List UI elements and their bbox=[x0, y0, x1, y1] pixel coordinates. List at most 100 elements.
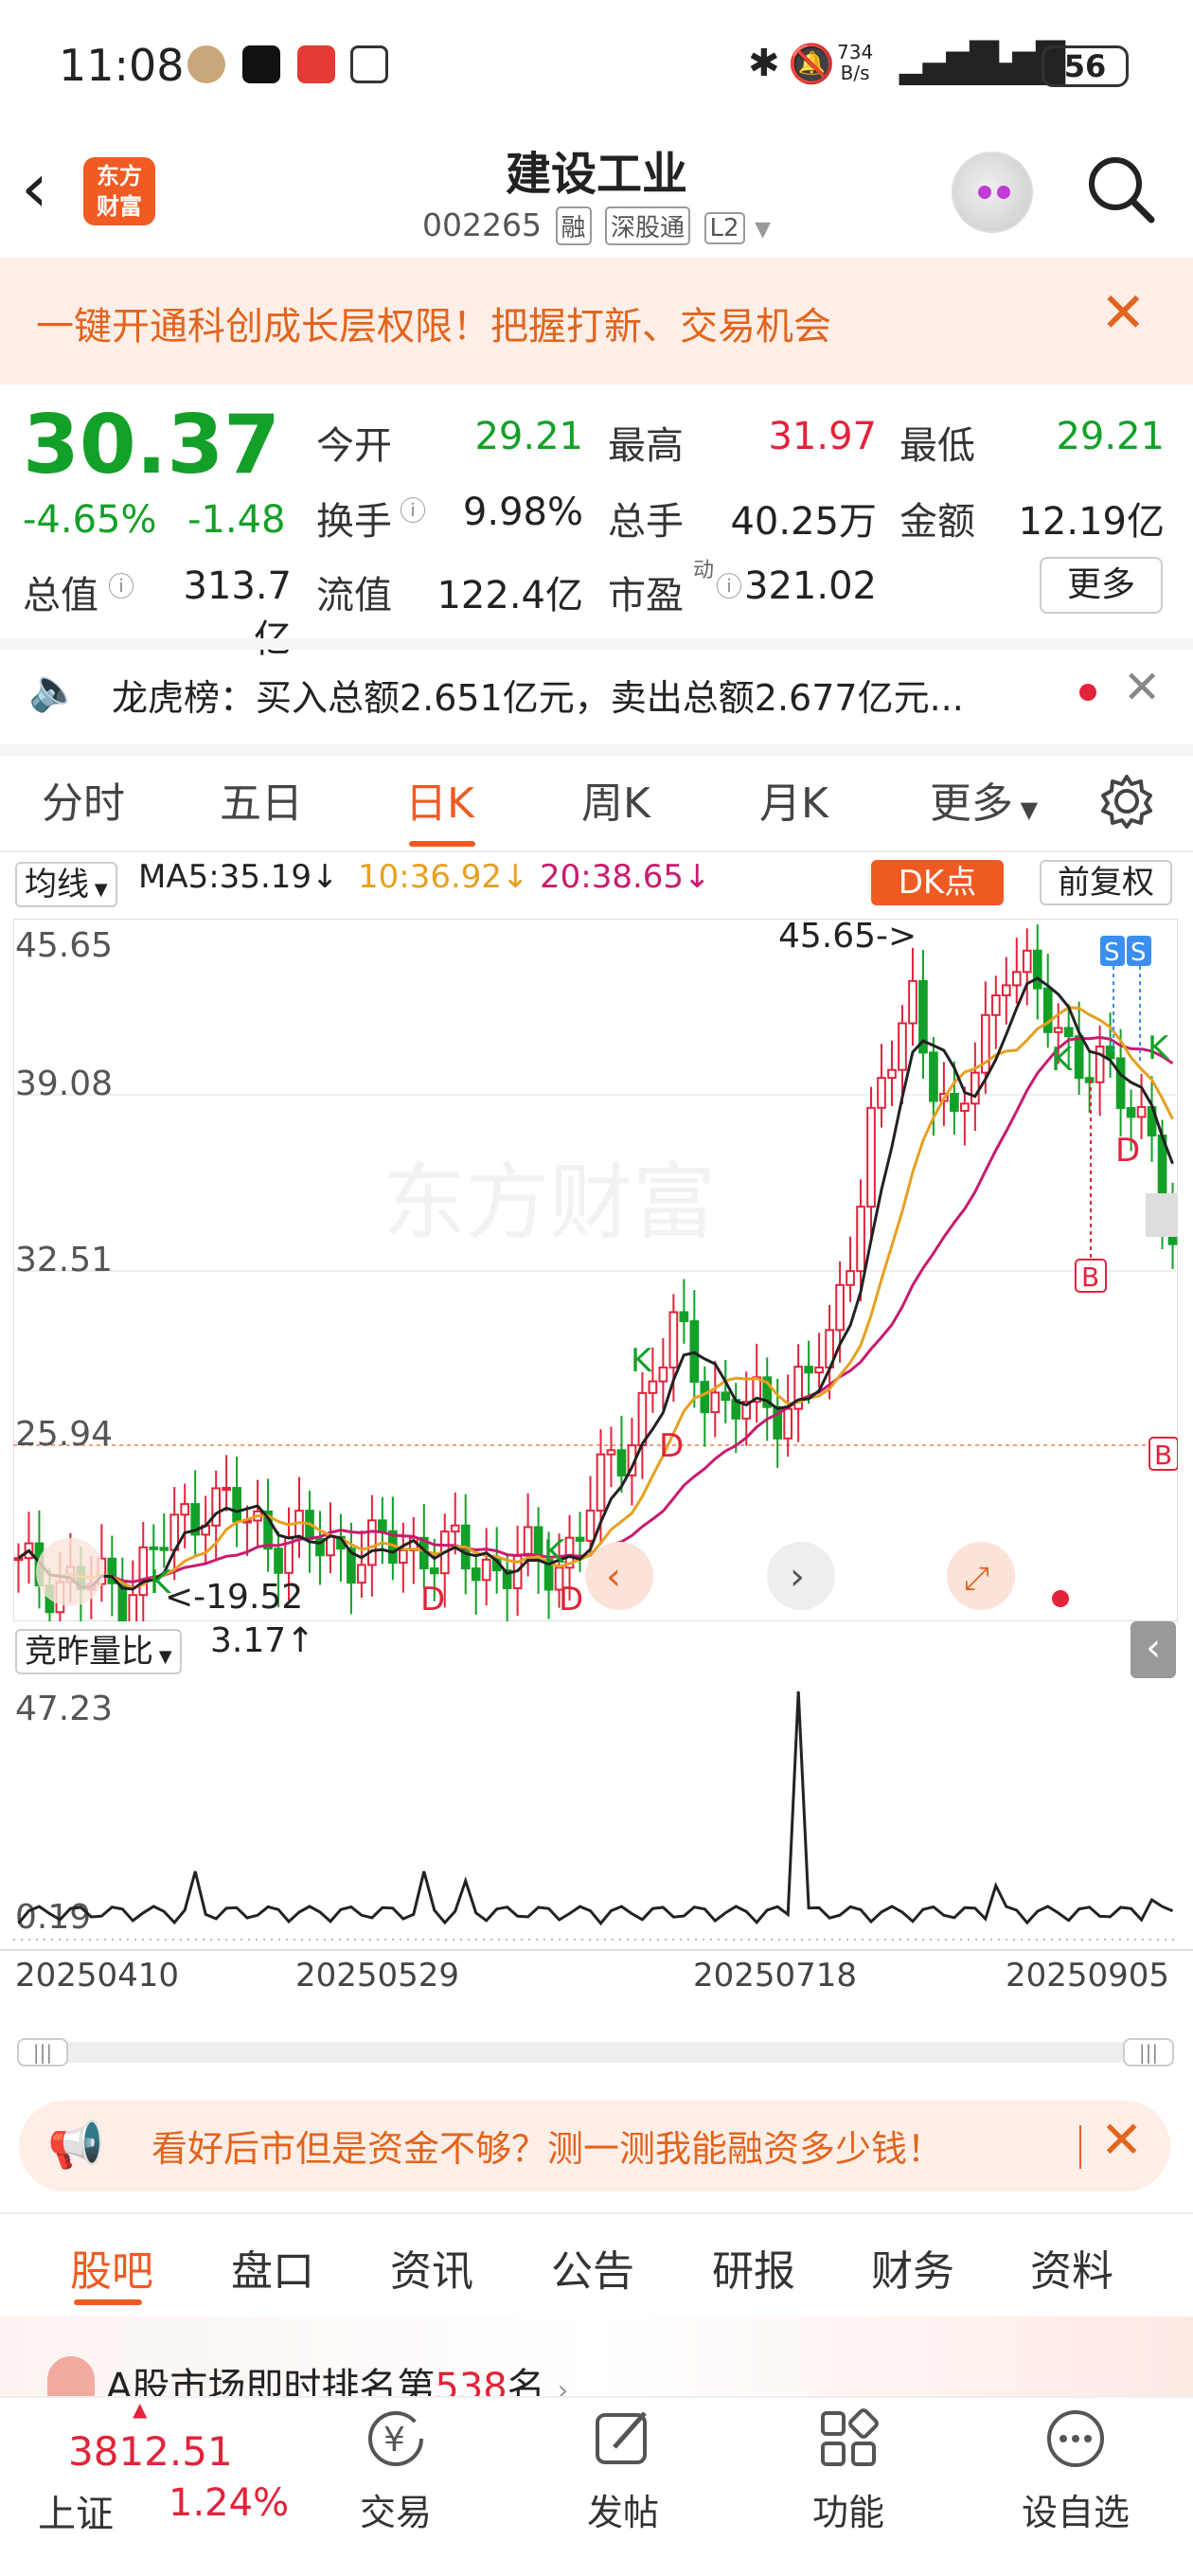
candle-body bbox=[970, 1071, 980, 1105]
change-amount: -1.48 bbox=[187, 498, 286, 542]
candle-body bbox=[668, 1311, 679, 1368]
battery-indicator: 56 bbox=[1042, 45, 1129, 87]
tab-intraday[interactable]: 分时 bbox=[42, 769, 125, 830]
candle-body bbox=[367, 1519, 377, 1566]
divider bbox=[1079, 2125, 1081, 2169]
nav-trade[interactable]: ¥ 交易 bbox=[329, 2406, 462, 2535]
stock-code: 002265 bbox=[422, 206, 542, 243]
signal-marker: K bbox=[631, 1342, 653, 1380]
buy-marker: B bbox=[1154, 1440, 1172, 1471]
candle-body bbox=[960, 1102, 970, 1112]
turnover-value: 9.98% bbox=[462, 491, 583, 534]
more-dots-icon bbox=[1047, 2410, 1104, 2467]
signal-marker: D bbox=[1115, 1132, 1140, 1170]
candle-body bbox=[616, 1449, 627, 1476]
pe-label[interactable]: 市盈 bbox=[608, 564, 684, 619]
change-percent: -4.65% bbox=[23, 498, 157, 542]
ma-selector[interactable]: 均线 ▼ bbox=[15, 858, 117, 907]
tab-forum[interactable]: 股吧 bbox=[70, 2237, 153, 2298]
volume-indicator-label: 竞昨量比 bbox=[25, 1633, 153, 1671]
candle-body bbox=[950, 1093, 959, 1112]
tag-l2: L2 bbox=[703, 212, 745, 244]
chart-overlay-button[interactable] bbox=[36, 1538, 104, 1606]
gear-icon[interactable] bbox=[1098, 773, 1155, 830]
amount-value: 12.19亿 bbox=[1018, 500, 1165, 544]
banner-text[interactable]: 一键开通科创成长层权限！把握打新、交易机会 bbox=[36, 295, 831, 350]
nav-functions-label: 功能 bbox=[811, 2492, 884, 2533]
info-icon[interactable]: ⓘ bbox=[108, 566, 134, 604]
candle-body bbox=[274, 1547, 283, 1574]
candle-body bbox=[1001, 984, 1011, 997]
promo-text[interactable]: 看好后市但是资金不够？测一测我能融资多少钱！ bbox=[151, 2120, 943, 2172]
unread-dot bbox=[1052, 1590, 1069, 1607]
signal-marker: K bbox=[543, 1533, 566, 1571]
candle-body bbox=[835, 1283, 845, 1332]
mute-icon: 🔕 bbox=[788, 43, 835, 86]
close-icon[interactable]: ✕ bbox=[1100, 2112, 1143, 2169]
tab-more[interactable]: 更多 ▼ bbox=[930, 769, 1038, 830]
candle-body bbox=[398, 1548, 408, 1565]
candlestick-chart[interactable]: 东方财富 45.65 39.08 32.51 25.94 45.65-> <-1… bbox=[13, 919, 1178, 1621]
active-tab-indicator bbox=[409, 841, 475, 847]
ma-selector-label: 均线 bbox=[25, 866, 89, 903]
candle-body bbox=[180, 1503, 190, 1516]
tab-research[interactable]: 研报 bbox=[712, 2237, 795, 2298]
volume-ratio-chart[interactable]: 47.23 0.19 bbox=[13, 1682, 1178, 1947]
dragon-tiger-text[interactable]: 龙虎榜：买入总额2.651亿元，卖出总额2.677亿元... bbox=[112, 669, 964, 721]
chart-scrollbar[interactable] bbox=[17, 2042, 1174, 2063]
robot-assistant-icon[interactable] bbox=[952, 152, 1033, 233]
search-icon[interactable] bbox=[1083, 152, 1159, 227]
collapse-panel-button[interactable]: ‹ bbox=[1131, 1621, 1176, 1678]
tab-finance[interactable]: 财务 bbox=[871, 2237, 954, 2298]
scroll-handle-left[interactable]: ||| bbox=[17, 2038, 68, 2066]
tab-five-day[interactable]: 五日 bbox=[220, 769, 303, 830]
date-label: 20250905 bbox=[1006, 1957, 1170, 1995]
candle-body bbox=[606, 1449, 616, 1456]
close-icon[interactable]: ✕ bbox=[1123, 661, 1161, 714]
tab-announcements[interactable]: 公告 bbox=[551, 2237, 634, 2298]
tab-news[interactable]: 资讯 bbox=[390, 2237, 473, 2298]
tab-weekly-k[interactable]: 周K bbox=[581, 769, 650, 830]
avatar-notification-icon bbox=[187, 45, 225, 83]
volume-ratio-value: 3.17↑ bbox=[210, 1621, 315, 1660]
candle-body bbox=[378, 1519, 387, 1532]
info-icon[interactable]: ⓘ bbox=[400, 491, 426, 528]
expand-icon: ⤢ bbox=[964, 1560, 989, 1598]
volume-value: 40.25万 bbox=[730, 500, 877, 544]
date-label: 20250529 bbox=[295, 1957, 460, 1995]
info-icon[interactable]: ⓘ bbox=[716, 566, 742, 604]
nav-add-watchlist-label: 设自选 bbox=[1021, 2492, 1130, 2533]
index-change[interactable]: 1.24% bbox=[169, 2481, 289, 2525]
scroll-handle-right[interactable]: ||| bbox=[1123, 2038, 1174, 2066]
index-value[interactable]: 3812.51 bbox=[68, 2428, 233, 2475]
tab-profile[interactable]: 资料 bbox=[1030, 2237, 1113, 2298]
more-button[interactable]: 更多 bbox=[1040, 557, 1163, 614]
sell-marker: S bbox=[1131, 939, 1147, 967]
nav-functions[interactable]: 功能 bbox=[782, 2406, 915, 2535]
mktcap-label[interactable]: 总值 bbox=[23, 564, 98, 619]
candle-body bbox=[149, 1546, 159, 1550]
open-label: 今开 bbox=[316, 424, 392, 468]
tab-more-label: 更多 bbox=[930, 779, 1013, 828]
current-price: 30.37 bbox=[23, 398, 281, 492]
close-icon[interactable]: ✕ bbox=[1100, 284, 1147, 341]
candle-body bbox=[481, 1558, 491, 1582]
volume-indicator-selector[interactable]: 竞昨量比 ▼ bbox=[15, 1625, 182, 1674]
tab-monthly-k[interactable]: 月K bbox=[759, 769, 828, 830]
tab-daily-k[interactable]: 日K bbox=[405, 769, 474, 830]
dk-point-button[interactable]: DK点 bbox=[871, 860, 1004, 905]
candle-body bbox=[326, 1535, 335, 1557]
current-price-marker bbox=[1146, 1193, 1178, 1237]
adjust-selector[interactable]: 前复权 bbox=[1040, 860, 1172, 905]
signal-marker: D bbox=[420, 1581, 445, 1619]
tab-orderbook[interactable]: 盘口 bbox=[231, 2237, 314, 2298]
high-value: 31.97 bbox=[768, 415, 877, 458]
divider bbox=[0, 1949, 1193, 1951]
nav-add-watchlist[interactable]: 设自选 bbox=[1009, 2406, 1142, 2535]
candle-body bbox=[471, 1567, 481, 1582]
index-name[interactable]: 上证 bbox=[38, 2483, 114, 2538]
candle-body bbox=[846, 1270, 855, 1286]
candle-body bbox=[128, 1594, 138, 1621]
turnover-label[interactable]: 换手 bbox=[316, 491, 392, 546]
nav-post[interactable]: 发帖 bbox=[557, 2406, 689, 2535]
